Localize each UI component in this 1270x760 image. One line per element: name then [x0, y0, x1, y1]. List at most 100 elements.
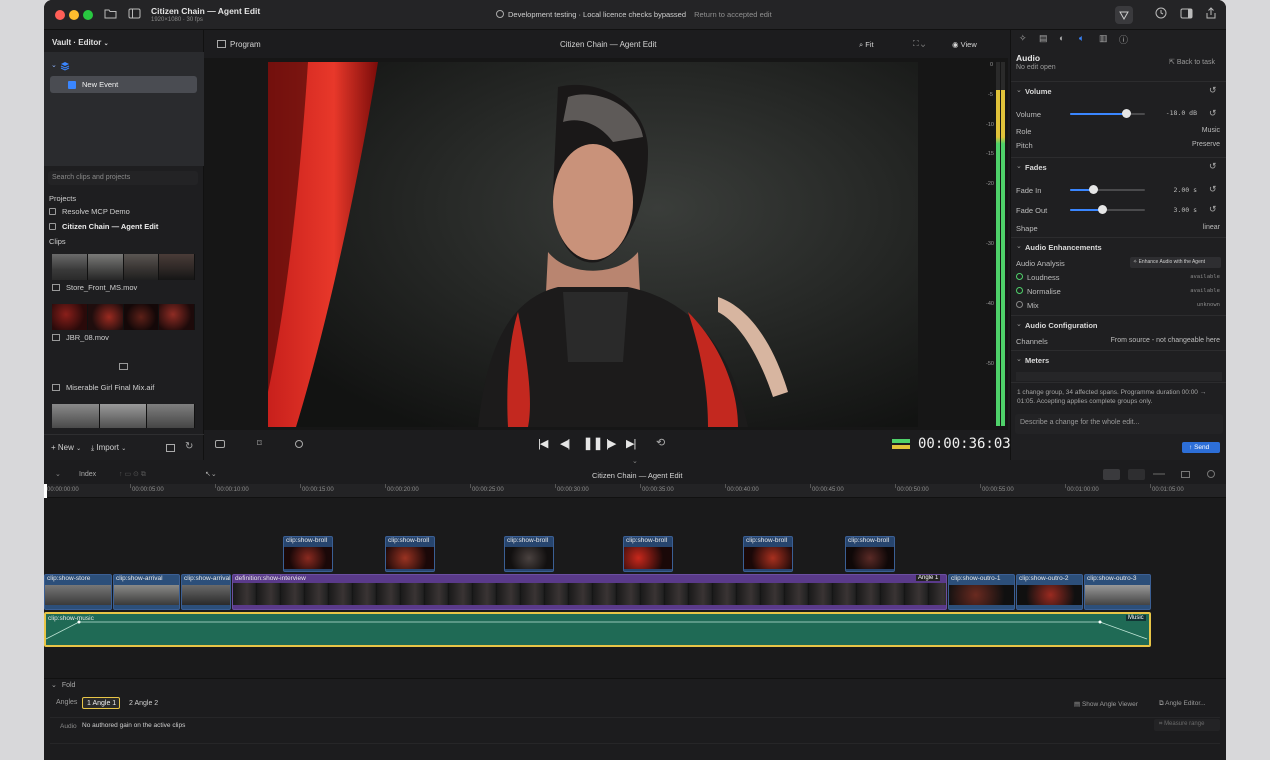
volume-slider[interactable] [1070, 109, 1145, 118]
fade-out-slider[interactable] [1070, 205, 1145, 214]
color-tab-icon[interactable]: ◐ [1059, 33, 1064, 43]
stats-tab-icon[interactable]: ▥ [1099, 33, 1108, 44]
tool-icon[interactable]: ↑ ▭ ⊙ ⧉ [119, 470, 146, 479]
audio-solo-icon[interactable] [1128, 469, 1145, 480]
clock-icon[interactable] [295, 440, 303, 448]
select-tool-icon[interactable] [1103, 469, 1120, 480]
config-section-header[interactable]: ⌄ Audio Configuration [1011, 315, 1226, 332]
music-clip[interactable]: clip:show-music Music [44, 612, 1151, 647]
share-icon[interactable] [1203, 7, 1219, 23]
prompt-input[interactable]: Describe a change for the whole edit... [1015, 414, 1223, 434]
angle-2-button[interactable]: 2 Angle 2 [129, 700, 158, 707]
shape-value[interactable]: linear [1203, 224, 1220, 231]
step-back-icon[interactable]: ◀| [560, 437, 570, 450]
chevron-down-icon[interactable]: ⌄ [55, 470, 61, 478]
minimize-window-button[interactable] [69, 10, 79, 20]
playhead[interactable] [44, 484, 47, 498]
library-disclosure-icon[interactable]: ⌄ [51, 61, 57, 69]
fade-out-slider-knob[interactable] [1097, 205, 1107, 214]
primary-clip[interactable]: clip:show-store [44, 574, 112, 610]
timeline-tracks[interactable]: clip:show-broll clip:show-broll clip:sho… [44, 498, 1226, 678]
meters-section-header[interactable]: ⌄ Meters [1011, 350, 1226, 367]
zoom-window-button[interactable] [83, 10, 93, 20]
volume-slider-knob[interactable] [1122, 109, 1132, 118]
video-tab-icon[interactable]: ▤ [1039, 33, 1048, 44]
broll-clip[interactable]: clip:show-broll [504, 536, 554, 572]
return-accepted-link[interactable]: Return to accepted edit [694, 10, 772, 19]
back-to-task-link[interactable]: ⇱ Back to task [1169, 58, 1215, 66]
new-button[interactable]: + New ⌄ [51, 443, 81, 452]
sidebar-toggle-icon[interactable] [126, 7, 142, 23]
close-window-button[interactable] [55, 10, 65, 20]
skip-back-icon[interactable]: |◀ [538, 437, 548, 450]
fade-in-value[interactable]: 2.00 s [1165, 186, 1197, 194]
broll-clip[interactable]: clip:show-broll [623, 536, 673, 572]
angle-editor-button[interactable]: ⧉ Angle Editor... [1159, 700, 1206, 708]
bookmark-icon[interactable]: ⌑ [257, 438, 262, 449]
pointer-tool-icon[interactable]: ↖⌄ [205, 470, 217, 478]
program-tab[interactable]: Program [230, 40, 261, 49]
fit-button[interactable]: ⌕ Fit [859, 40, 874, 50]
reset-icon[interactable]: ↺ [1209, 184, 1217, 195]
inspector-toggle-icon[interactable] [1178, 7, 1194, 23]
pitch-value[interactable]: Preserve [1192, 141, 1220, 148]
pause-icon[interactable]: ❚❚ [583, 436, 603, 450]
broll-clip[interactable]: clip:show-broll [743, 536, 793, 572]
grid-view-icon[interactable] [166, 444, 175, 452]
collapse-chevron-icon[interactable]: ⌄ [632, 457, 638, 465]
interview-multicam-clip[interactable]: definition:show-interview Angle 1 [232, 574, 947, 610]
reset-icon[interactable]: ↺ [1209, 108, 1217, 119]
clip-thumbnail-jbr[interactable] [52, 304, 195, 330]
program-viewer[interactable] [204, 58, 1008, 430]
show-angle-viewer-button[interactable]: ▤ Show Angle Viewer [1074, 700, 1138, 708]
view-button[interactable]: ◉ View [952, 40, 977, 49]
angle-1-button[interactable]: 1 Angle 1 [82, 697, 120, 709]
fade-in-slider[interactable] [1070, 185, 1145, 194]
fullscreen-icon[interactable]: ⛶ ⌄ [913, 39, 925, 49]
fade-out-value[interactable]: 3.00 s [1165, 206, 1197, 214]
measure-range-button[interactable]: ⌗ Measure range [1154, 719, 1220, 731]
reset-icon[interactable]: ↺ [1209, 85, 1217, 96]
sidebar-item-new-event[interactable]: New Event [50, 76, 197, 93]
refresh-icon[interactable]: ↻ [185, 441, 193, 452]
fold-toggle[interactable]: ⌄ Fold [51, 681, 75, 689]
reset-icon[interactable]: ↺ [1209, 161, 1217, 172]
info-tab-icon[interactable]: ⓘ [1119, 33, 1128, 46]
primary-clip[interactable]: clip:show-outro-1 [948, 574, 1015, 610]
index-button[interactable]: Index [79, 471, 96, 478]
enhancements-section-header[interactable]: ⌄ Audio Enhancements [1011, 237, 1226, 254]
primary-clip[interactable]: clip:show-outro-2 [1016, 574, 1083, 610]
volume-section-header[interactable]: ⌄ Volume ↺ [1011, 81, 1226, 99]
timeline-ruler[interactable]: 00:00:00:00 00:00:05:00 00:00:10:00 00:0… [44, 484, 1226, 498]
clip-appearance-icon[interactable] [1181, 471, 1190, 478]
reset-icon[interactable]: ↺ [1209, 204, 1217, 215]
search-input[interactable]: Search clips and projects [48, 171, 198, 185]
send-button[interactable]: ↑ Send [1182, 442, 1220, 453]
primary-clip[interactable]: clip:show-outro-3 [1084, 574, 1151, 610]
history-icon[interactable] [1153, 7, 1169, 23]
effects-tab-icon[interactable]: ✧ [1019, 33, 1027, 44]
clip-thumbnail-store[interactable] [52, 254, 195, 280]
broll-clip[interactable]: clip:show-broll [845, 536, 895, 572]
camera-icon[interactable] [215, 440, 225, 448]
clip-thumbnail-misc[interactable] [52, 404, 195, 428]
step-forward-icon[interactable]: |▶ [606, 437, 616, 450]
folder-icon[interactable] [102, 7, 118, 23]
primary-clip[interactable]: clip:show-arrival [181, 574, 231, 610]
enhance-with-agent-button[interactable]: ✧ Enhance Audio with the Agent [1130, 257, 1221, 268]
zoom-slider[interactable] [1153, 473, 1165, 475]
broll-clip[interactable]: clip:show-broll [385, 536, 435, 572]
import-button[interactable]: ⤓ Import ⌄ [91, 443, 126, 453]
skip-forward-icon[interactable]: ▶| [626, 437, 636, 450]
settings-icon[interactable] [1207, 470, 1215, 478]
fade-in-slider-knob[interactable] [1088, 185, 1098, 194]
agent-icon[interactable] [1115, 6, 1133, 24]
broll-clip[interactable]: clip:show-broll [283, 536, 333, 572]
role-value[interactable]: Music [1202, 127, 1220, 134]
volume-value[interactable]: -18.0 dB [1165, 109, 1197, 119]
loop-icon[interactable]: ⟲ [656, 436, 665, 449]
audio-tab-icon[interactable]: 🔈︎ [1079, 33, 1084, 44]
vault-menu[interactable]: Vault · Editor ⌄ [52, 38, 109, 47]
primary-clip[interactable]: clip:show-arrival [113, 574, 180, 610]
fades-section-header[interactable]: ⌄ Fades ↺ [1011, 157, 1226, 175]
